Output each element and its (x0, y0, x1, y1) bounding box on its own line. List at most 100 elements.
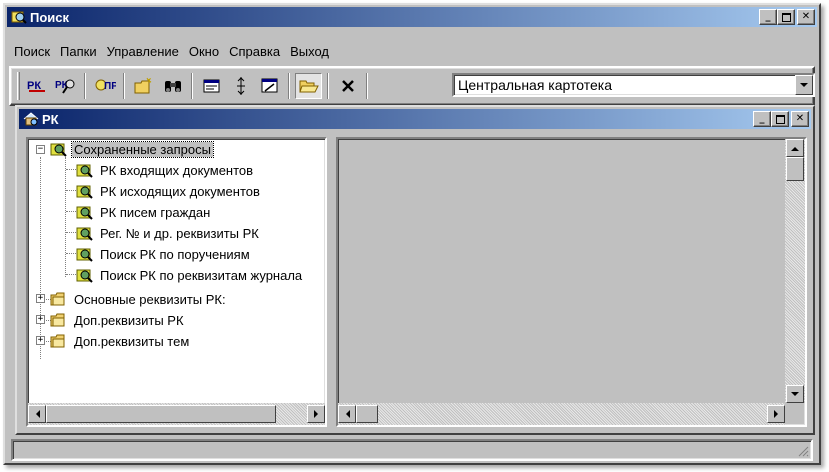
poruchenie-button[interactable]: ПР (91, 73, 118, 99)
scroll-right-button[interactable] (307, 405, 325, 423)
tree-node-query[interactable]: Поиск РК по реквизитам журнала (76, 265, 304, 285)
status-bar (11, 439, 813, 461)
menu-bar: Поиск Папки Управление Окно Справка Выхо… (9, 41, 334, 61)
cabinet-dropdown-button[interactable] (795, 75, 813, 95)
tree-label: Поиск РК по реквизитам журнала (100, 267, 303, 283)
tree-label: РК исходящих документов (100, 183, 260, 199)
scroll-left-button[interactable] (338, 405, 356, 423)
menu-window[interactable]: Окно (184, 44, 224, 59)
tree-node-folder[interactable]: Основные реквизиты РК: (50, 289, 228, 309)
maximize-icon (775, 114, 785, 124)
query-tree-pane: − Сохраненные запросы РК входящих докуме… (26, 137, 327, 427)
rk-settings-button[interactable]: РК (52, 73, 79, 99)
menu-help[interactable]: Справка (224, 44, 285, 59)
scroll-thumb[interactable] (46, 405, 276, 423)
results-pane (336, 137, 807, 427)
search-folder-icon (76, 185, 93, 199)
arrow-up-icon (791, 146, 799, 151)
maximize-icon (781, 12, 791, 22)
menu-search[interactable]: Поиск (9, 44, 55, 59)
find-button[interactable] (159, 73, 186, 99)
tree-node-query[interactable]: Рег. № и др. реквизиты РК (76, 223, 261, 243)
tree-label: Сохраненные запросы (71, 140, 214, 158)
child-title-bar[interactable]: РК (19, 109, 811, 129)
rk-search-icon: РК (27, 80, 45, 92)
tree-node-folder[interactable]: Доп.реквизиты РК (50, 310, 186, 330)
tree-node-query[interactable]: РК исходящих документов (76, 181, 262, 201)
new-folder-icon (134, 77, 151, 94)
scroll-up-button[interactable] (786, 139, 804, 157)
expand-toggle[interactable]: + (36, 336, 45, 345)
maximize-button[interactable] (777, 9, 795, 25)
arrow-down-icon (791, 391, 799, 396)
sort-icon (236, 77, 245, 95)
tree-node-query[interactable]: РК входящих документов (76, 160, 255, 180)
tree-node-folder[interactable]: Доп.реквизиты тем (50, 331, 191, 351)
svg-text:ПР: ПР (104, 81, 116, 92)
chevron-down-icon (800, 82, 808, 87)
title-bar[interactable]: Поиск (7, 7, 817, 27)
child-close-button[interactable]: ✕ (791, 111, 809, 127)
child-window-title: РК (42, 111, 59, 127)
new-folder-button[interactable] (130, 73, 157, 99)
menu-exit[interactable]: Выход (285, 44, 334, 59)
tree-label: Основные реквизиты РК: (74, 291, 226, 307)
binoculars-icon (164, 81, 181, 92)
tree-horizontal-scrollbar[interactable] (28, 403, 325, 425)
search-app-icon (11, 11, 27, 24)
menu-folders[interactable]: Папки (55, 44, 102, 59)
results-horizontal-scrollbar[interactable] (338, 403, 785, 425)
search-folder-icon (76, 248, 93, 262)
child-maximize-button[interactable] (771, 111, 789, 127)
search-folder-icon (76, 269, 93, 283)
open-folder-button[interactable] (295, 73, 322, 99)
toolbar-grip[interactable] (17, 72, 20, 100)
expand-toggle[interactable]: + (36, 294, 45, 303)
close-icon: ✕ (795, 113, 805, 124)
search-folder-icon (76, 227, 93, 241)
close-icon: ✕ (801, 11, 811, 22)
tree-node-query[interactable]: РК писем граждан (76, 202, 212, 222)
minimize-icon: _ (759, 113, 765, 124)
folder-icon (50, 313, 65, 327)
folder-icon (50, 334, 65, 348)
search-folder-icon (76, 206, 93, 220)
arrow-left-icon (35, 410, 40, 418)
sort-button[interactable] (227, 73, 254, 99)
results-vertical-scrollbar[interactable] (785, 139, 805, 403)
cabinet-select-value: Центральная картотека (458, 77, 612, 93)
tree-node-query[interactable]: Поиск РК по поручениям (76, 244, 252, 264)
minimize-icon: _ (765, 11, 771, 22)
rk-window-icon (23, 112, 39, 126)
scroll-right-button[interactable] (767, 405, 785, 423)
menu-management[interactable]: Управление (102, 44, 184, 59)
scroll-down-button[interactable] (786, 385, 804, 403)
tree-label: Поиск РК по поручениям (100, 246, 250, 262)
scroll-thumb[interactable] (786, 157, 804, 181)
main-window: Поиск _ ✕ Поиск Папки Управление Окно Сп… (3, 3, 821, 465)
minimize-button[interactable]: _ (759, 9, 777, 25)
resize-grip-icon[interactable] (797, 445, 809, 457)
scroll-left-button[interactable] (28, 405, 46, 423)
edit-form-icon (261, 78, 277, 93)
cabinet-select[interactable]: Центральная картотека (452, 73, 815, 97)
folder-icon (50, 292, 65, 306)
edit-form-button[interactable] (256, 73, 283, 99)
expand-toggle[interactable]: + (36, 315, 45, 324)
child-minimize-button[interactable]: _ (753, 111, 771, 127)
query-tree: − Сохраненные запросы РК входящих докуме… (28, 139, 325, 403)
search-folder-icon (76, 164, 93, 178)
scroll-thumb[interactable] (356, 405, 378, 423)
pane-splitter[interactable] (329, 137, 334, 427)
form-button[interactable] (198, 73, 225, 99)
close-button[interactable]: ✕ (797, 9, 815, 25)
arrow-right-icon (773, 410, 778, 418)
tree-label: РК писем граждан (100, 204, 211, 220)
collapse-toggle[interactable]: − (36, 145, 45, 154)
delete-button[interactable] (334, 73, 361, 99)
rk-search-button[interactable]: РК (23, 73, 50, 99)
search-folder-icon (50, 143, 67, 157)
tree-node-saved-queries[interactable]: Сохраненные запросы (50, 139, 214, 159)
rk-settings-icon: РК (55, 79, 74, 94)
arrow-right-icon (313, 410, 318, 418)
